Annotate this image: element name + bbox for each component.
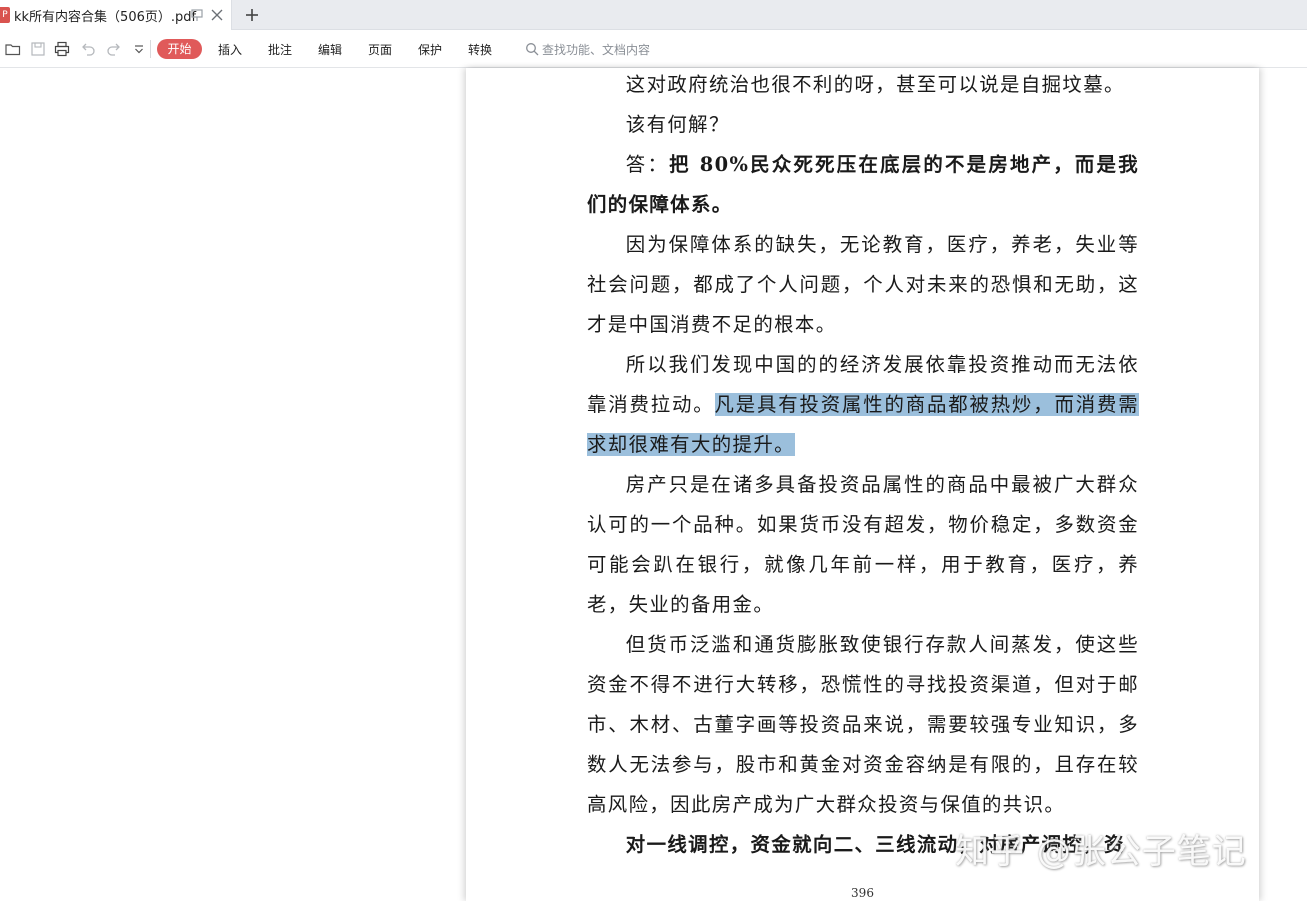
watermark-text: 知乎 @张公子笔记 [955,832,1247,872]
open-folder-icon[interactable] [5,41,21,57]
paragraph: 但货币泛滥和通货膨胀致使银行存款人间蒸发，使这些资金不得不进行大转移，恐慌性的寻… [587,633,1139,816]
pdf-file-icon: P [0,7,10,23]
menu-tab-start[interactable]: 开始 [157,39,202,59]
paragraph: 房产只是在诸多具备投资品属性的商品中最被广大群众认可的一个品种。如果货币没有超发… [587,473,1139,616]
paragraph-with-highlight: 所以我们发现中国的的经济发展依靠投资推动而无法依靠消费拉动。凡是具有投资属性的商… [587,345,1140,465]
document-tab[interactable]: P kk所有内容合集（506页）.pdf [0,0,232,30]
pin-icon[interactable] [190,8,204,22]
paragraph: 因为保障体系的缺失，无论教育，医疗，养老，失业等社会问题，都成了个人问题，个人对… [587,233,1139,336]
menu-tab-insert[interactable]: 插入 [218,40,242,60]
menu-tab-comment[interactable]: 批注 [268,40,292,60]
search-placeholder: 查找功能、文档内容 [542,42,651,57]
page-number: 396 [851,886,874,900]
menu-tab-edit[interactable]: 编辑 [318,40,342,60]
paragraph-bold: 答：把 80%民众死死压在底层的不是房地产，而是我们的保障体系。 [587,145,1139,225]
undo-icon[interactable] [80,41,96,57]
save-icon[interactable] [30,41,46,57]
document-viewport[interactable]: 这对政府统治也很不利的呀，甚至可以说是自掘坟墓。 该有何解？ 答：把 80%民众… [0,68,1307,901]
answer-bold-text: 把 80%民众死死压在底层的不是房地产，而是我们的保障体系。 [587,153,1139,216]
tab-bar: P kk所有内容合集（506页）.pdf [0,0,1307,30]
answer-prefix: 答： [625,153,670,176]
more-dropdown-icon[interactable] [131,41,147,57]
paragraph: 这对政府统治也很不利的呀，甚至可以说是自掘坟墓。 [625,73,1125,96]
menu-tab-page[interactable]: 页面 [368,40,392,60]
print-icon[interactable] [54,41,70,57]
search-icon [526,43,539,56]
close-icon[interactable] [210,8,224,22]
search-box[interactable]: 查找功能、文档内容 [525,39,650,59]
menu-tab-convert[interactable]: 转换 [468,40,492,60]
paragraph: 该有何解？ [625,113,730,136]
tab-title: kk所有内容合集（506页）.pdf [14,9,197,25]
menu-tab-protect[interactable]: 保护 [418,40,442,60]
new-tab-plus-icon[interactable] [243,6,261,24]
toolbar-divider [150,40,151,58]
toolbar: 开始 插入 批注 编辑 页面 保护 转换 查找功能、文档内容 [0,30,1307,68]
redo-icon[interactable] [106,41,122,57]
page-text: 这对政府统治也很不利的呀，甚至可以说是自掘坟墓。 该有何解？ 答：把 80%民众… [587,65,1140,865]
pdf-page[interactable]: 这对政府统治也很不利的呀，甚至可以说是自掘坟墓。 该有何解？ 答：把 80%民众… [466,68,1259,901]
